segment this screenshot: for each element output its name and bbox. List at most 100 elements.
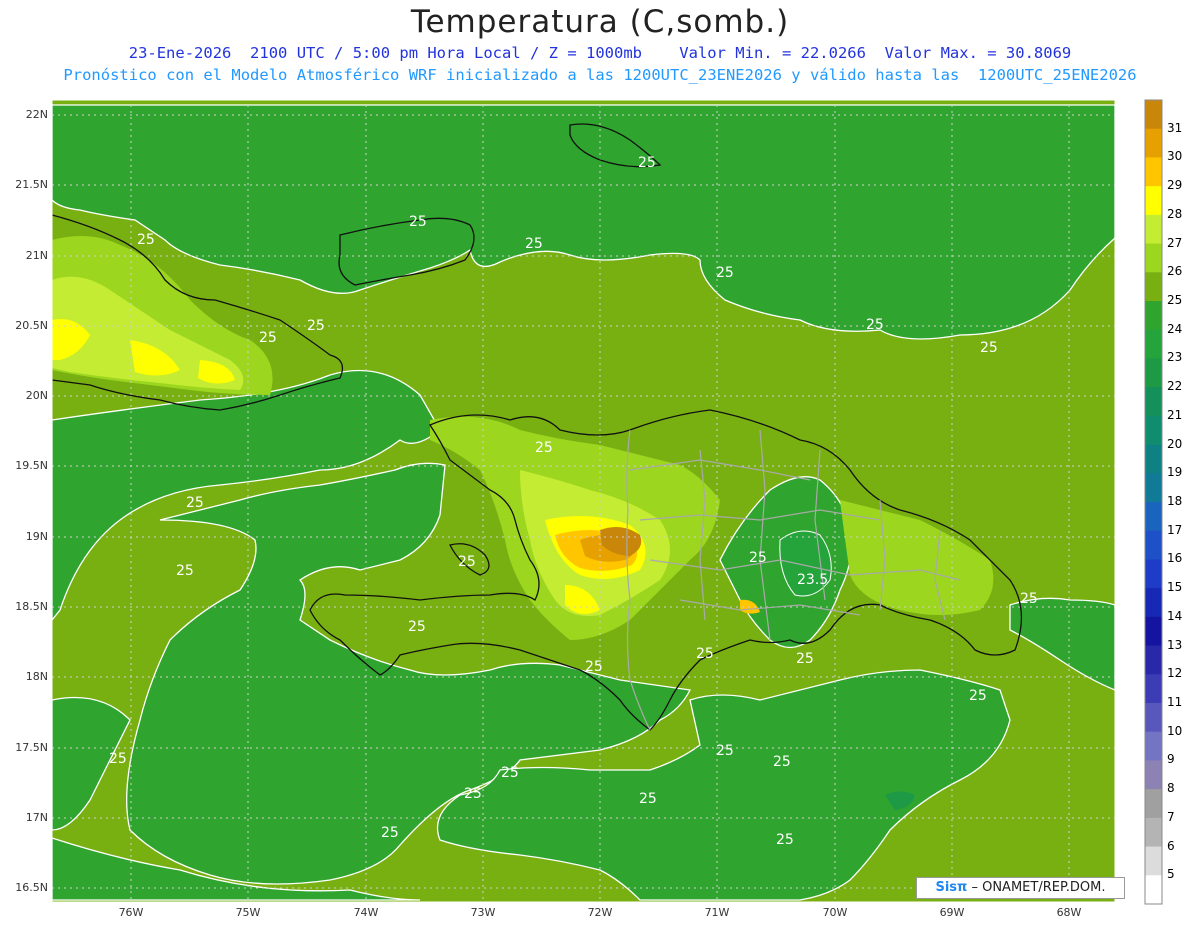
colorbar-label: 25 xyxy=(1167,293,1183,307)
lat-label: 22N xyxy=(25,108,48,121)
colorbar-cell xyxy=(1145,846,1162,876)
colorbar-label: 14 xyxy=(1167,608,1183,623)
colorbar-cell xyxy=(1145,559,1162,589)
contour-label: 25 xyxy=(716,743,734,759)
contour-label: 25 xyxy=(464,786,482,802)
colorbar-cell xyxy=(1145,214,1162,245)
colorbar-cell xyxy=(1145,875,1162,905)
colorbar-label: 21 xyxy=(1167,407,1183,422)
lat-label: 18N xyxy=(25,670,48,683)
contour-label: 25 xyxy=(109,751,127,767)
colorbar-cell xyxy=(1145,817,1162,848)
colorbar-label: 26 xyxy=(1167,264,1183,279)
lat-label: 18.5N xyxy=(15,600,48,613)
contour-label: 25 xyxy=(716,265,734,281)
lat-label: 17N xyxy=(25,811,48,824)
colorbar-cell xyxy=(1145,100,1162,130)
colorbar-label: 29 xyxy=(1167,178,1183,193)
colorbar-cell xyxy=(1145,731,1162,761)
contour-label: 25 xyxy=(638,155,656,171)
colorbar-label: 11 xyxy=(1167,695,1183,709)
contour-label: 25 xyxy=(259,330,277,346)
lat-label: 20N xyxy=(25,389,48,402)
colorbar-cell xyxy=(1145,272,1162,302)
lat-label: 21.5N xyxy=(15,178,48,191)
contour-label: 25 xyxy=(501,765,519,781)
lat-label: 19.5N xyxy=(15,459,48,472)
colorbar-cell xyxy=(1145,789,1162,819)
colorbar-label: 13 xyxy=(1167,637,1183,652)
colorbar-cell xyxy=(1145,128,1162,158)
lat-label: 17.5N xyxy=(15,741,48,754)
lon-label: 73W xyxy=(470,906,496,919)
contour-label: 25 xyxy=(639,791,657,807)
contour-label: 25 xyxy=(585,659,603,675)
colorbar-cell xyxy=(1145,588,1162,618)
colorbar-label: 5 xyxy=(1167,867,1175,882)
colorbar-label: 30 xyxy=(1167,149,1183,164)
contour-label: 25 xyxy=(1020,591,1038,607)
colorbar-cell xyxy=(1145,674,1162,704)
colorbar-cell xyxy=(1145,157,1162,187)
credit-box: Sisπ – ONAMET/REP.DOM. xyxy=(916,877,1125,899)
colorbar-label: 6 xyxy=(1167,838,1175,853)
lon-label: 71W xyxy=(704,906,730,919)
credit-text: – ONAMET/REP.DOM. xyxy=(971,880,1106,895)
lat-label: 21N xyxy=(25,249,48,262)
lon-label: 75W xyxy=(235,906,261,919)
colorbar-cell xyxy=(1145,444,1162,474)
colorbar-cell xyxy=(1145,358,1162,388)
colorbar-label: 24 xyxy=(1167,321,1183,336)
colorbar xyxy=(1144,99,1163,905)
contour-label: 25 xyxy=(776,832,794,848)
colorbar-cell xyxy=(1145,243,1162,273)
contour-label: 25 xyxy=(307,318,325,334)
colorbar-label: 20 xyxy=(1167,436,1183,451)
lat-label: 16.5N xyxy=(15,881,48,894)
contour-label: 25 xyxy=(535,440,553,456)
colorbar-label: 7 xyxy=(1167,809,1175,824)
colorbar-cell xyxy=(1145,502,1162,532)
contour-label: 25 xyxy=(980,340,998,356)
colorbar-cell xyxy=(1145,186,1162,216)
contour-label: 25 xyxy=(866,317,884,333)
contour-label: 25 xyxy=(969,688,987,704)
colorbar-label: 17 xyxy=(1167,522,1183,537)
temperature-map xyxy=(51,99,1163,905)
colorbar-label: 18 xyxy=(1167,494,1183,508)
colorbar-cell xyxy=(1145,616,1162,647)
lon-label: 72W xyxy=(587,906,613,919)
contour-label: 25 xyxy=(696,646,714,662)
lat-label: 19N xyxy=(25,530,48,543)
model-info-line: Pronóstico con el Modelo Atmosférico WRF… xyxy=(63,66,1137,84)
lon-label: 68W xyxy=(1056,906,1082,919)
colorbar-label: 23 xyxy=(1167,350,1183,365)
lon-label: 69W xyxy=(939,906,965,919)
colorbar-label: 15 xyxy=(1167,580,1183,595)
colorbar-cell xyxy=(1145,473,1162,503)
contour-label: 25 xyxy=(796,651,814,667)
colorbar-label: 31 xyxy=(1167,120,1183,135)
colorbar-label: 8 xyxy=(1167,781,1175,796)
contour-label: 25 xyxy=(381,825,399,841)
colorbar-label: 27 xyxy=(1167,235,1183,250)
contour-label: 25 xyxy=(137,232,155,248)
lon-label: 76W xyxy=(118,906,144,919)
credit-brand: Sisπ xyxy=(935,880,968,895)
chart-title: Temperatura (C,somb.) xyxy=(410,4,790,40)
colorbar-cell xyxy=(1145,645,1162,675)
colorbar-label: 16 xyxy=(1167,551,1183,566)
lat-label: 20.5N xyxy=(15,319,48,332)
colorbar-cell xyxy=(1145,703,1162,733)
colorbar-label: 19 xyxy=(1167,465,1183,480)
colorbar-cell xyxy=(1145,387,1162,417)
colorbar-cell xyxy=(1145,415,1162,446)
contour-label: 25 xyxy=(408,619,426,635)
colorbar-cell xyxy=(1145,530,1162,560)
colorbar-label: 28 xyxy=(1167,206,1183,221)
colorbar-cell xyxy=(1145,329,1162,359)
lon-label: 74W xyxy=(353,906,379,919)
colorbar-label: 12 xyxy=(1167,666,1183,681)
contour-label: 25 xyxy=(186,495,204,511)
colorbar-label: 10 xyxy=(1167,723,1183,738)
